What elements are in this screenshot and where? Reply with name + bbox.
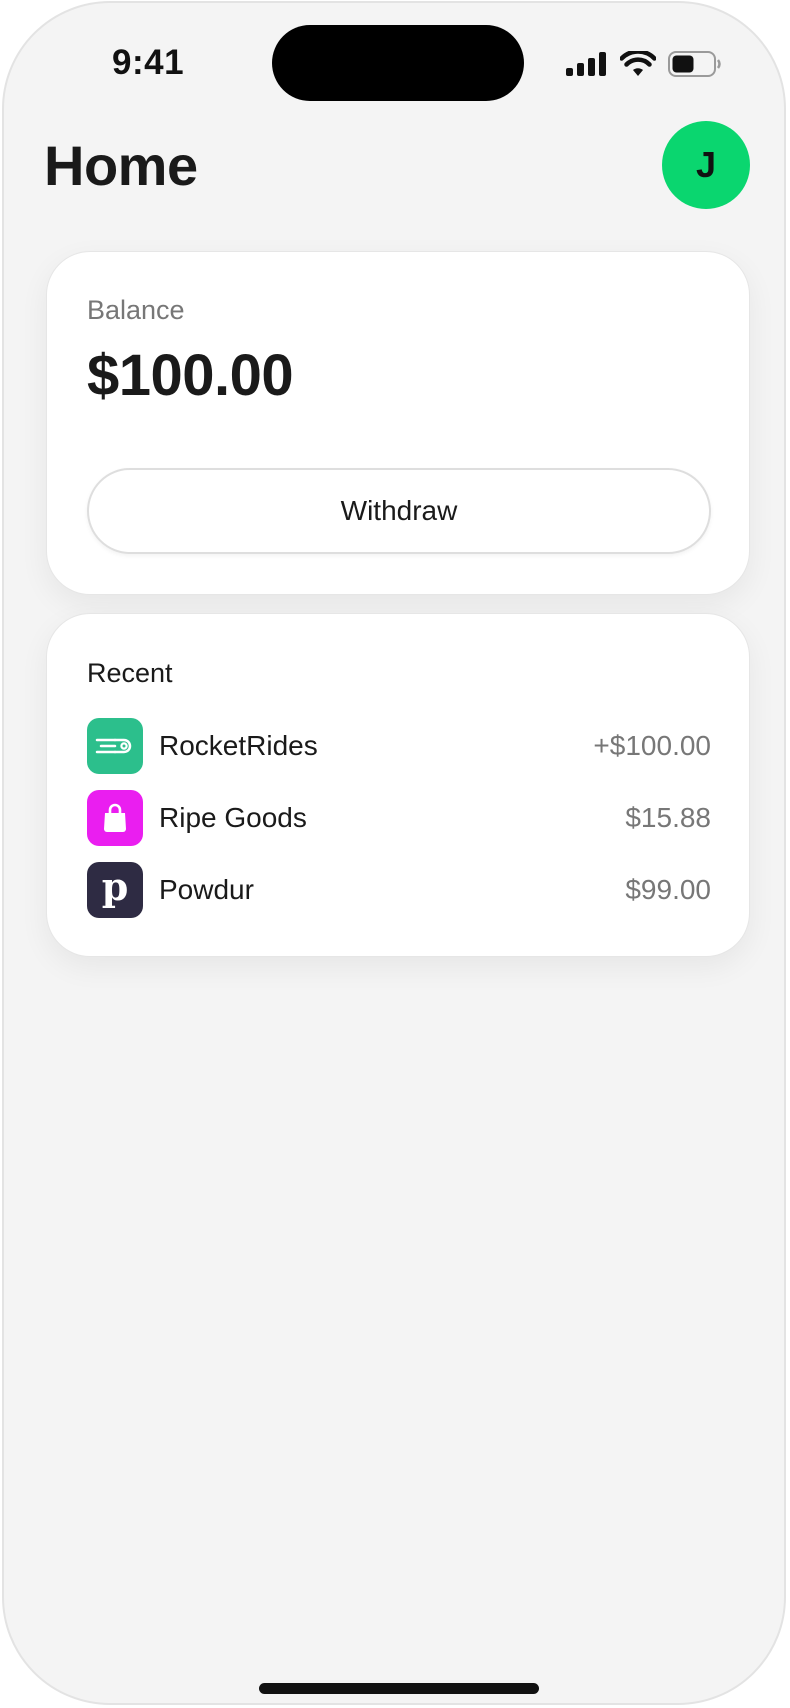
powdur-logo-icon: p [87, 862, 143, 918]
wifi-icon [620, 51, 656, 76]
recent-card: Recent RocketRides +$100.00 Ripe Goods $… [46, 613, 750, 957]
rocket-speed-icon [87, 718, 143, 774]
transaction-name: RocketRides [159, 730, 318, 761]
transaction-row-rocketrides[interactable]: RocketRides +$100.00 [87, 718, 711, 774]
cellular-signal-icon [566, 52, 606, 76]
balance-amount: $100.00 [87, 343, 294, 408]
transaction-name: Ripe Goods [159, 802, 307, 833]
transaction-amount: +$100.00 [593, 730, 711, 761]
recent-title: Recent [87, 658, 173, 688]
balance-label: Balance [87, 295, 185, 325]
status-icons [566, 47, 722, 81]
transaction-amount: $15.88 [625, 802, 711, 833]
transaction-amount: $99.00 [625, 874, 711, 905]
dynamic-island [272, 25, 524, 101]
shopping-bag-icon [87, 790, 143, 846]
withdraw-button[interactable]: Withdraw [87, 468, 711, 554]
battery-icon [668, 51, 721, 77]
balance-card: Balance $100.00 Withdraw [46, 251, 750, 595]
home-indicator[interactable] [259, 1683, 539, 1694]
avatar[interactable]: J [662, 121, 750, 209]
transaction-name: Powdur [159, 874, 254, 905]
page-title: Home [44, 134, 198, 197]
phone-screen: 9:41 Home J Balance $100.00 Withdraw Rec… [2, 1, 786, 1705]
status-time: 9:41 [112, 43, 185, 82]
transaction-row-powdur[interactable]: p Powdur $99.00 [87, 862, 711, 918]
transaction-row-ripe-goods[interactable]: Ripe Goods $15.88 [87, 790, 711, 846]
